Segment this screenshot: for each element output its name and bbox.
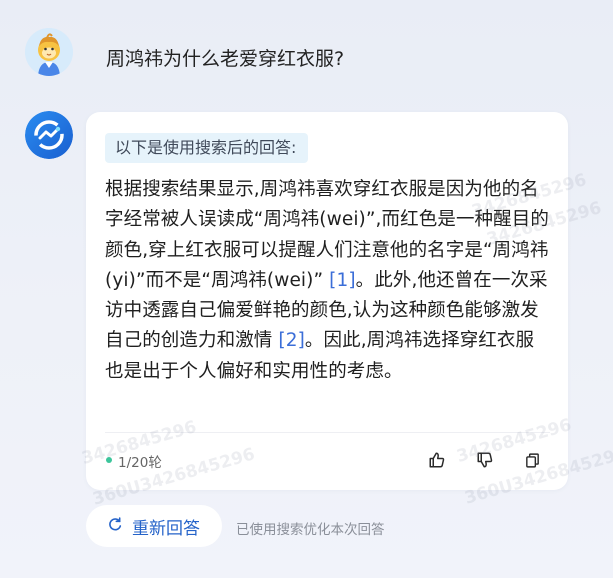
thumbs-down-icon[interactable]	[474, 449, 496, 471]
answer-text: 根据搜索结果显示,周鸿祎喜欢穿红衣服是因为他的名字经常被人误读成“周鸿祎(wei…	[105, 175, 551, 387]
round-count: 1/20轮	[118, 455, 162, 471]
refresh-icon	[107, 516, 123, 536]
citation-link-1[interactable]: [1]	[329, 270, 356, 291]
card-divider	[105, 432, 550, 433]
user-avatar	[25, 28, 73, 76]
regenerate-button[interactable]: 重新回答	[86, 505, 222, 547]
copy-icon[interactable]	[521, 449, 543, 471]
user-question: 周鸿祎为什么老爱穿红衣服?	[106, 48, 345, 70]
user-avatar-icon	[25, 28, 73, 76]
thumbs-up-icon[interactable]	[426, 449, 448, 471]
citation-link-2[interactable]: [2]	[278, 330, 305, 351]
regenerate-label: 重新回答	[132, 518, 200, 539]
search-optimized-note: 已使用搜索优化本次回答	[236, 522, 385, 538]
search-result-tag: 以下是使用搜索后的回答:	[105, 133, 309, 163]
status-dot	[106, 457, 112, 463]
assistant-avatar	[25, 111, 73, 159]
assistant-logo-icon	[25, 111, 73, 159]
